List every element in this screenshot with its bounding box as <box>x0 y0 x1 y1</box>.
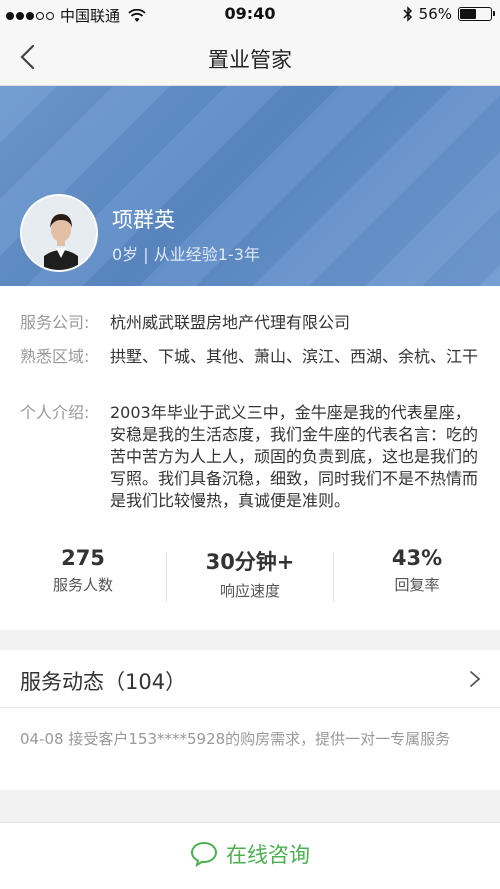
battery-icon <box>458 7 495 21</box>
stat-value: 43% <box>391 546 443 570</box>
status-right: 56% <box>403 5 495 23</box>
status-bar: 中国联通 09:40 56% <box>0 0 500 30</box>
bottom-bar: 在线咨询 <box>0 822 500 889</box>
service-dynamics-item[interactable]: 04-08 接受客户153****5928的购房需求，提供一对一专属服务 <box>0 708 500 790</box>
battery-percent: 56% <box>418 5 452 23</box>
chat-bubble-icon <box>190 841 218 867</box>
stat-label: 服务人数 <box>52 576 113 594</box>
intro-value: 2003年毕业于武义三中，金牛座是我的代表星座，安稳是我的生活态度，我们金牛座的… <box>110 403 479 510</box>
company-label: 服务公司: <box>20 313 90 332</box>
stat-value: 275 <box>61 546 105 570</box>
consult-label: 在线咨询 <box>226 843 310 867</box>
agent-name: 项群英 <box>112 208 175 232</box>
intro-label: 个人介绍: <box>20 403 90 422</box>
dynamics-item-text: 04-08 接受客户153****5928的购房需求，提供一对一专属服务 <box>20 730 451 748</box>
service-dynamics-header[interactable]: 服务动态（104） <box>0 650 500 708</box>
agent-info-card: 服务公司: 杭州威武联盟房地产代理有限公司 熟悉区域: 拱墅、下城、其他、萧山、… <box>0 286 500 630</box>
nav-bar: 置业管家 <box>0 30 500 86</box>
chevron-right-icon <box>470 671 481 687</box>
page-title: 置业管家 <box>208 48 292 72</box>
agent-header: 项群英 0岁 | 从业经验1-3年 <box>0 86 500 286</box>
battery-fill <box>460 9 477 19</box>
stat-label: 响应速度 <box>219 582 280 600</box>
area-value: 拱墅、下城、其他、萧山、滨江、西湖、余杭、江干 <box>110 347 479 366</box>
stat-service-count: 275 服务人数 <box>0 546 166 595</box>
avatar <box>20 194 98 272</box>
stat-response-speed: 30分钟+ 响应速度 <box>167 546 333 601</box>
service-dynamics-title: 服务动态（104） <box>20 670 187 694</box>
agent-experience: 0岁 | 从业经验1-3年 <box>112 245 260 264</box>
stats-row: 275 服务人数 30分钟+ 响应速度 43% 回复率 <box>0 546 500 610</box>
online-consult-button[interactable]: 在线咨询 <box>0 839 500 869</box>
company-value: 杭州威武联盟房地产代理有限公司 <box>110 313 351 332</box>
stat-reply-rate: 43% 回复率 <box>334 546 500 595</box>
stat-label: 回复率 <box>394 576 440 594</box>
stat-value: 30分钟+ <box>205 550 295 574</box>
bluetooth-icon <box>403 6 412 22</box>
area-label: 熟悉区域: <box>20 347 90 366</box>
